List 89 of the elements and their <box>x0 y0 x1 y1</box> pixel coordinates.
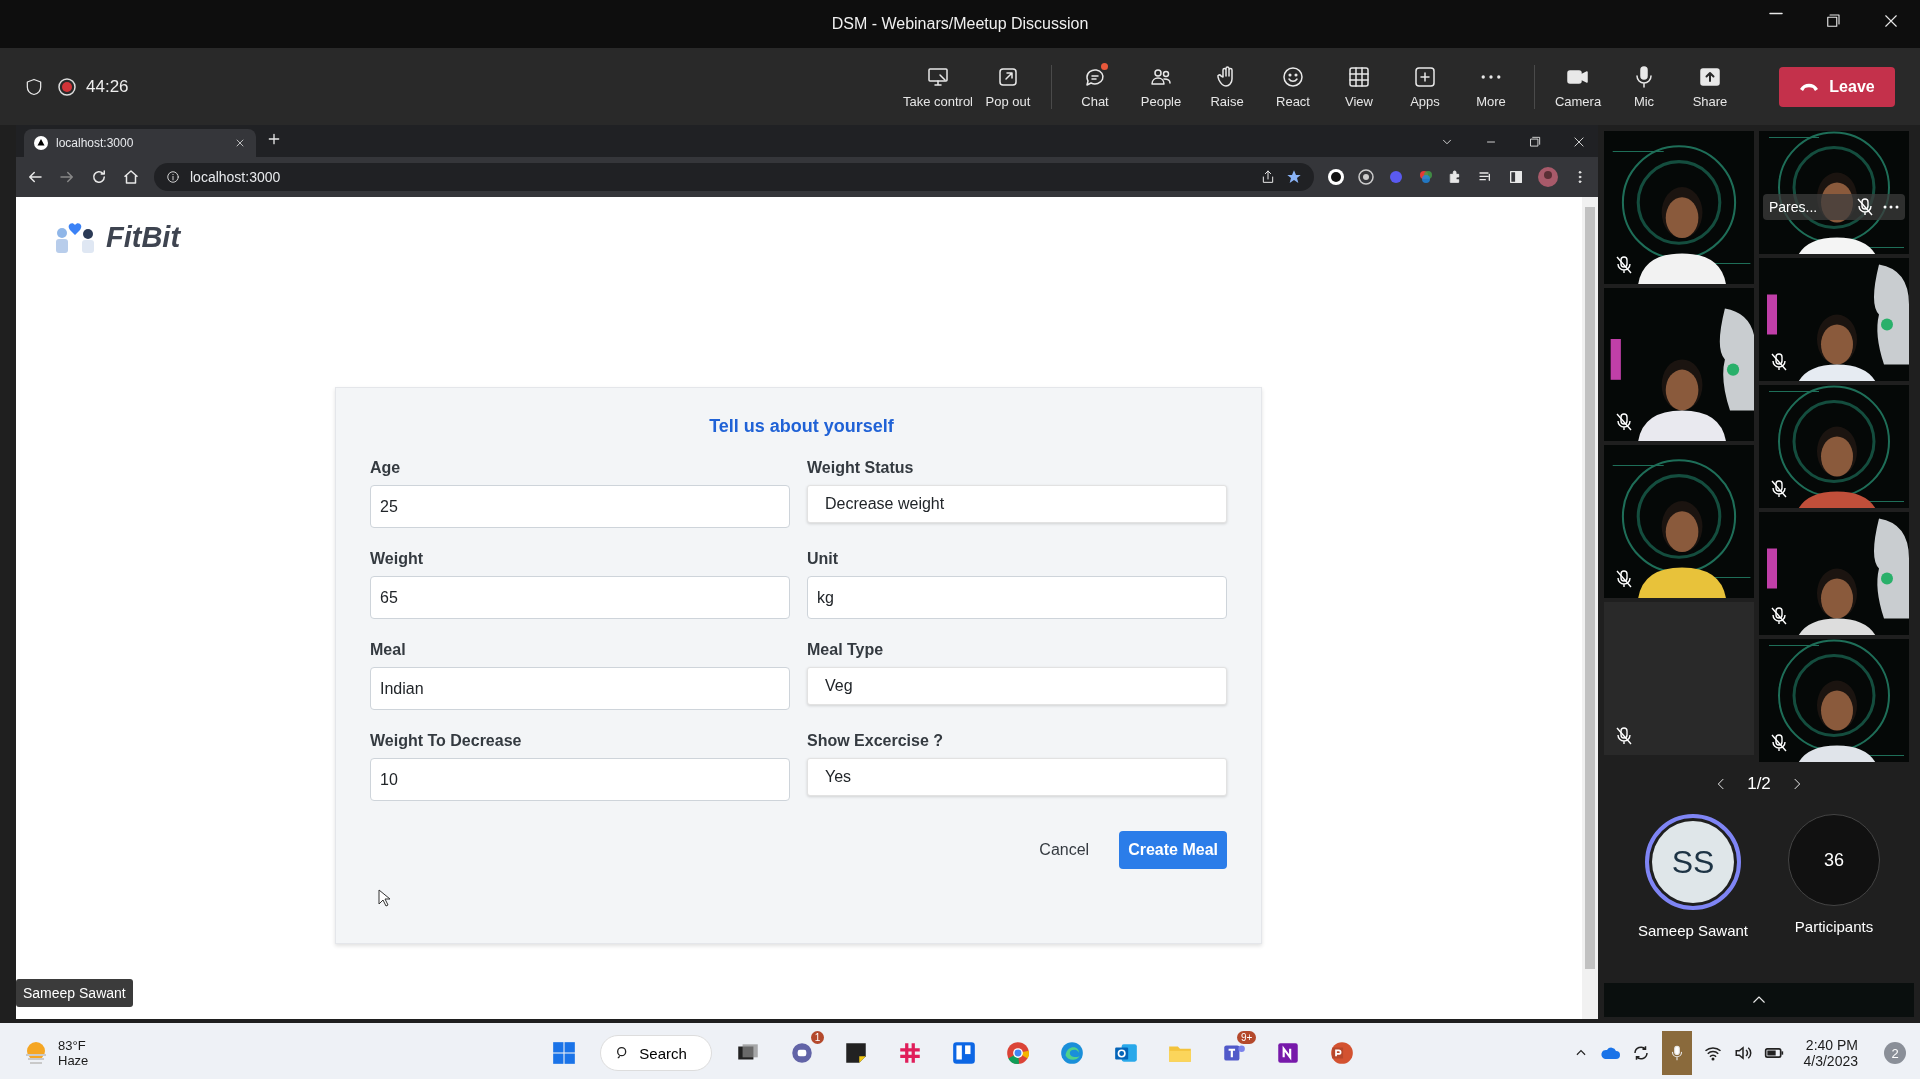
field-label: Unit <box>807 550 840 568</box>
side-panel-icon <box>1508 169 1524 185</box>
star-icon[interactable] <box>1286 169 1302 185</box>
field-label: Show Excercise ? <box>807 732 945 750</box>
browser-tab[interactable]: localhost:3000 <box>24 129 256 157</box>
input-field[interactable]: kg <box>807 576 1227 619</box>
edge-icon <box>1059 1040 1086 1066</box>
more-icon[interactable] <box>1883 205 1899 209</box>
toolbar-button[interactable]: React <box>1260 64 1326 109</box>
temperature: 83°F <box>58 1038 87 1053</box>
close-icon <box>1572 135 1586 149</box>
field-label: Weight To Decrease <box>370 732 523 750</box>
participant-count[interactable]: 36 <box>1788 814 1880 906</box>
chrome-icon <box>1005 1040 1032 1066</box>
toolbar-button[interactable]: Camera <box>1545 64 1611 109</box>
taskbar-search[interactable]: Search <box>600 1035 713 1071</box>
shield-icon <box>24 76 44 97</box>
participants-label: Participants <box>1794 918 1874 935</box>
address-bar[interactable]: localhost:3000 <box>154 163 1314 191</box>
more-icon <box>1481 74 1501 79</box>
windows-start-icon <box>551 1040 578 1066</box>
input-field[interactable]: Indian <box>370 667 790 710</box>
toolbar-button[interactable]: More <box>1458 64 1524 109</box>
toolbar-button[interactable]: Chat <box>1062 64 1128 109</box>
speaker-icon[interactable] <box>1733 1045 1752 1061</box>
input-field[interactable]: 25 <box>370 485 790 528</box>
field-label: Meal Type <box>807 641 885 659</box>
clock-time[interactable]: 2:40 PM <box>1805 1037 1858 1053</box>
info-icon <box>166 170 180 184</box>
notification-badge: 1 <box>810 1031 825 1044</box>
notification-badge: 9+ <box>1236 1031 1257 1044</box>
presenter-name: Sameep Sawant <box>1637 922 1749 939</box>
extension-icon[interactable] <box>1358 169 1374 185</box>
share-icon <box>1260 169 1276 185</box>
toolbar-button[interactable]: Pop out <box>975 64 1041 109</box>
new-tab-icon <box>266 131 282 147</box>
field-label: Weight <box>370 550 425 568</box>
toolbar-button[interactable]: Take control <box>900 64 975 109</box>
mic-in-use-indicator[interactable] <box>1661 1031 1692 1075</box>
smiley-icon <box>1281 64 1305 89</box>
select-field[interactable]: Yes <box>807 758 1227 796</box>
toolbar-button[interactable]: View <box>1326 64 1392 109</box>
plus-icon <box>1413 64 1437 89</box>
sync-icon[interactable] <box>1631 1044 1650 1062</box>
form-title: Tell us about yourself <box>708 416 895 437</box>
window-title: DSM - Webinars/Meetup Discussion <box>831 15 1089 33</box>
field-label: Weight Status <box>807 459 915 477</box>
avatar-initials: SS <box>1652 821 1734 903</box>
restore-icon <box>1528 135 1542 149</box>
home-icon <box>122 168 140 186</box>
toolbar-button[interactable]: Share <box>1677 64 1743 109</box>
toolbar-button[interactable]: Mic <box>1611 64 1677 109</box>
presenter-name-label: Sameep Sawant <box>16 979 133 1007</box>
input-field[interactable]: 10 <box>370 758 790 801</box>
grid-icon <box>1347 64 1371 89</box>
page-indicator: 1/2 <box>1747 774 1771 794</box>
mouse-cursor-icon <box>378 889 390 907</box>
toolbar-button[interactable]: People <box>1128 64 1194 109</box>
wifi-icon[interactable] <box>1703 1045 1722 1061</box>
close-icon <box>1882 12 1900 30</box>
cloud-icon[interactable] <box>1599 1045 1620 1061</box>
minimize-icon <box>1768 12 1784 15</box>
create-meal-button[interactable]: Create Meal <box>1119 831 1227 869</box>
select-field[interactable]: Veg <box>807 667 1227 705</box>
restore-icon <box>1824 12 1842 30</box>
input-field[interactable]: 65 <box>370 576 790 619</box>
clock-date[interactable]: 4/3/2023 <box>1803 1053 1858 1069</box>
avatar-icon[interactable] <box>1538 167 1558 187</box>
scrollbar[interactable] <box>1585 207 1595 969</box>
leave-button[interactable]: Leave <box>1779 66 1895 107</box>
toolbar-button[interactable]: Apps <box>1392 64 1458 109</box>
board-icon <box>951 1040 978 1066</box>
weather-condition: Haze <box>58 1053 89 1068</box>
url-text: localhost:3000 <box>190 169 281 185</box>
field-label: Meal <box>370 641 407 659</box>
close-icon <box>234 137 246 149</box>
cancel-button[interactable]: Cancel <box>1029 831 1100 869</box>
participant-name: Pares... <box>1769 199 1818 215</box>
meeting-timer: 44:26 <box>86 76 129 97</box>
triangle-logo-icon <box>34 136 48 150</box>
battery-icon[interactable] <box>1763 1046 1784 1060</box>
logo-text: FitBit <box>106 220 181 254</box>
phone-icon <box>1799 81 1820 92</box>
toolbar-button[interactable]: Raise <box>1194 64 1260 109</box>
reload-icon <box>90 168 108 186</box>
slides-icon <box>1329 1040 1356 1066</box>
extension-icon[interactable] <box>1328 169 1344 185</box>
field-label: Age <box>370 459 402 477</box>
select-field[interactable]: Decrease weight <box>807 485 1227 523</box>
